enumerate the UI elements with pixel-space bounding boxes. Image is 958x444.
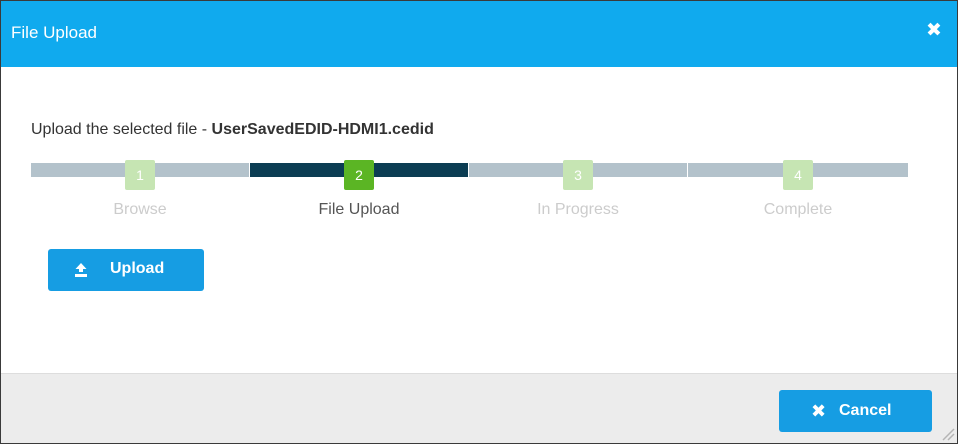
file-upload-dialog: File Upload ✖ Upload the selected file -… — [0, 0, 958, 444]
close-icon[interactable]: ✖ — [925, 19, 943, 43]
step-4-label: Complete — [763, 201, 833, 218]
dialog-title: File Upload — [11, 23, 97, 42]
upload-message: Upload the selected file - UserSavedEDID… — [31, 121, 434, 139]
step-1-label: Browse — [113, 201, 167, 218]
step-3-label: In Progress — [537, 201, 619, 218]
step-4-badge: 4 — [783, 160, 813, 190]
cancel-button-label: Cancel — [839, 402, 892, 419]
step-2-badge: 2 — [344, 160, 374, 190]
upload-button[interactable]: Upload — [48, 249, 204, 291]
dialog-header: File Upload ✖ — [1, 1, 957, 67]
selected-filename: UserSavedEDID-HDMI1.cedid — [211, 121, 434, 138]
step-3-badge: 3 — [563, 160, 593, 190]
cancel-button[interactable]: ✖ Cancel — [779, 390, 932, 432]
dialog-footer: ✖ Cancel — [1, 373, 957, 443]
resize-grip-icon[interactable] — [941, 427, 955, 441]
upload-message-prefix: Upload the selected file - — [31, 121, 212, 138]
step-2-label: File Upload — [318, 201, 400, 218]
step-1-badge: 1 — [125, 160, 155, 190]
upload-button-label: Upload — [110, 260, 165, 277]
upload-icon — [75, 263, 87, 277]
close-icon: ✖ — [811, 401, 827, 421]
